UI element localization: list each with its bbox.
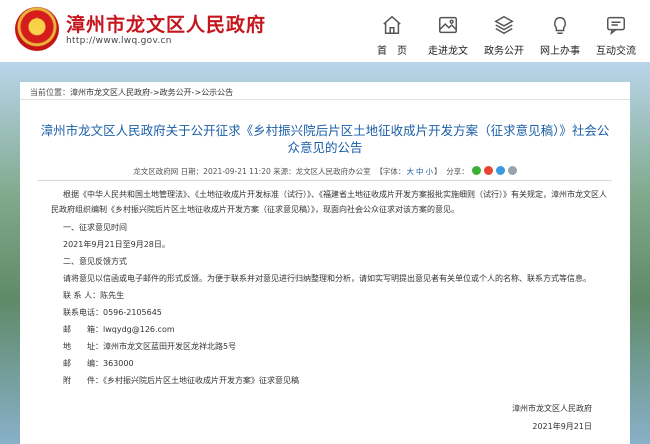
nav-item-interaction[interactable]: 互动交流 <box>588 10 644 58</box>
nav-item-about[interactable]: 走进龙文 <box>420 10 476 58</box>
signature-date: 2021年9月21日 <box>532 422 592 431</box>
weibo-share-icon[interactable] <box>483 166 493 175</box>
home-icon <box>383 15 401 34</box>
wechat-share-icon[interactable] <box>471 166 481 175</box>
contact-person: 联 系 人：陈先生 <box>63 291 125 300</box>
main-nav: 首 页 走进龙文 政务公开 网上办事 互动交流 <box>364 10 644 58</box>
paragraph: 请将意见以信函或电子邮件的形式反馈。为便于联系并对意见进行归纳整理和分析，请如实… <box>63 274 591 283</box>
section-heading: 一、征求意见时间 <box>63 223 127 232</box>
font-size-small-link[interactable]: 小 <box>425 167 433 176</box>
nav-label: 政务公开 <box>484 46 524 57</box>
nav-label: 互动交流 <box>596 46 636 57</box>
signature-org: 漳州市龙文区人民政府 <box>512 404 592 413</box>
layers-icon <box>494 15 514 35</box>
breadcrumb-prefix: 当前位置： <box>30 88 70 97</box>
breadcrumb: 当前位置：漳州市龙文区人民政府->政务公开->公示公告 <box>30 87 233 98</box>
nav-item-online-services[interactable]: 网上办事 <box>532 10 588 58</box>
image-icon <box>439 16 457 34</box>
paragraph: 根据《中华人民共和国土地管理法》、《土地征收成片开发标准（试行）》、《福建省土地… <box>51 190 607 214</box>
meta-date: 2021-09-21 11:20 <box>203 167 271 176</box>
contact-phone: 联系电话：0596-2105645 <box>63 308 162 317</box>
divider <box>38 180 612 181</box>
contact-address: 地 址：漳州市龙文区蓝田开发区龙祥北路5号 <box>63 342 237 351</box>
nav-label: 首 页 <box>377 46 407 57</box>
site-header: ★ 漳州市龙文区人民政府 http://www.lwq.gov.cn 首 页 走… <box>0 0 650 62</box>
paragraph: 2021年9月21日至9月28日。 <box>63 240 170 249</box>
nav-item-gov-affairs[interactable]: 政务公开 <box>476 10 532 58</box>
nav-item-home[interactable]: 首 页 <box>364 10 420 58</box>
meta-date-label: 日期： <box>180 167 204 176</box>
breadcrumb-link-home[interactable]: 漳州市龙文区人民政府 <box>70 88 150 97</box>
bulb-icon <box>554 16 566 34</box>
font-size-label: 【字体： <box>375 167 406 176</box>
breadcrumb-link-notices[interactable]: 公示公告 <box>201 88 233 97</box>
section-heading: 二、意见反馈方式 <box>63 257 127 266</box>
national-emblem-logo: ★ <box>15 7 59 51</box>
meta-publisher: 龙文区政府网 <box>133 167 179 176</box>
signature: 漳州市龙文区人民政府 2021年9月21日 <box>512 400 592 436</box>
font-size-bracket: 】 <box>433 167 442 176</box>
font-size-medium-link[interactable]: 中 <box>416 167 424 176</box>
nav-label: 走进龙文 <box>428 46 468 57</box>
breadcrumb-separator: -> <box>150 88 160 97</box>
meta-source: 龙文区人民政府办公室 <box>295 167 371 176</box>
contact-postcode: 邮 编：363000 <box>63 359 134 368</box>
share-label: 分享： <box>446 167 469 176</box>
site-title[interactable]: 漳州市龙文区人民政府 <box>66 10 266 37</box>
attachment-line: 附 件：《乡村振兴院后片区土地征收成片开发方案》征求意见稿 <box>63 376 299 385</box>
contact-email: 邮 箱：lwqydg@126.com <box>63 325 175 334</box>
breadcrumb-separator: -> <box>191 88 202 97</box>
font-size-large-link[interactable]: 大 <box>406 167 414 176</box>
article-meta: 龙文区政府网 日期：2021-09-21 11:20 来源：龙文区人民政府办公室… <box>20 166 630 177</box>
article-title: 漳州市龙文区人民政府关于公开征求《乡村振兴院后片区土地征收成片开发方案（征求意见… <box>40 123 610 155</box>
article-body: 根据《中华人民共和国土地管理法》、《土地征收成片开发标准（试行）》、《福建省土地… <box>51 187 611 389</box>
article-card: 当前位置：漳州市龙文区人民政府->政务公开->公示公告 漳州市龙文区人民政府关于… <box>20 82 630 444</box>
qq-share-icon[interactable] <box>495 166 505 175</box>
site-url: http://www.lwq.gov.cn <box>66 36 172 46</box>
divider <box>20 99 630 100</box>
breadcrumb-link-gov-affairs[interactable]: 政务公开 <box>160 88 192 97</box>
meta-source-label: 来源： <box>273 167 296 176</box>
more-share-icon[interactable] <box>507 166 517 175</box>
nav-label: 网上办事 <box>540 46 580 57</box>
chat-icon <box>607 16 625 36</box>
